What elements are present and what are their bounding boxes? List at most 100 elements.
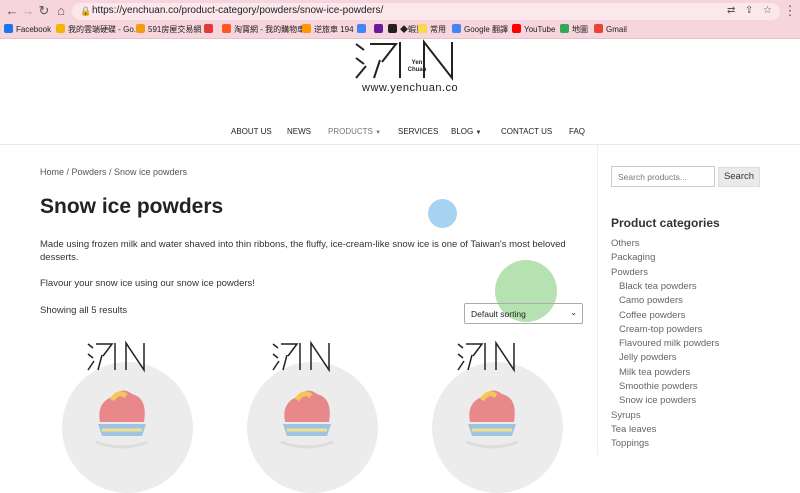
back-icon[interactable]: ← — [4, 3, 20, 19]
bookmark-icon — [302, 24, 311, 33]
chevron-down-icon: ▼ — [475, 130, 482, 136]
sidebar-divider — [597, 145, 598, 455]
bookmark-label: Facebook — [16, 25, 52, 34]
bookmark-item[interactable]: 逆旅車 194 — [302, 24, 354, 36]
bookmark-icon — [452, 24, 461, 33]
bookmark-icon — [594, 24, 603, 33]
product-logo-icon — [457, 340, 515, 373]
browser-toolbar: ← → ↻ ⌂ 🔒 https://yenchuan.co/product-ca… — [0, 0, 800, 22]
lock-icon: 🔒 — [80, 6, 92, 16]
nav-news[interactable]: NEWS — [287, 127, 311, 136]
bookmark-icon — [512, 24, 521, 33]
bookmark-item[interactable]: 591房屋交易網 — [136, 24, 201, 36]
category-description-2: Flavour your snow ice using our snow ice… — [40, 278, 255, 289]
chevron-down-icon: ▼ — [375, 130, 382, 136]
main-nav: ABOUT US NEWS PRODUCTS ▼ SERVICES BLOG ▼… — [0, 127, 800, 141]
snow-ice-image — [465, 390, 519, 449]
category-link[interactable]: Jelly powders — [619, 352, 677, 363]
category-link[interactable]: Toppings — [611, 438, 649, 449]
category-link[interactable]: Powders — [611, 267, 648, 278]
bookmark-icon — [388, 24, 397, 33]
bookmark-icon — [222, 24, 231, 33]
category-link[interactable]: Packaging — [611, 252, 655, 263]
bookmark-icon — [357, 24, 366, 33]
bookmark-label: 地圖 — [572, 25, 588, 34]
bookmark-item[interactable]: Facebook — [4, 24, 51, 36]
bookmark-label: 我的雲端硬碟 - Go... — [68, 25, 141, 34]
bookmark-item[interactable] — [374, 24, 386, 36]
nav-blog[interactable]: BLOG ▼ — [451, 127, 481, 136]
category-link[interactable]: Snow ice powders — [619, 395, 696, 406]
bookmark-icon — [136, 24, 145, 33]
category-link[interactable]: Flavoured milk powders — [619, 338, 719, 349]
bookmark-icon — [374, 24, 383, 33]
bookmark-icon — [4, 24, 13, 33]
bookmark-icon — [56, 24, 65, 33]
product-logo-icon — [272, 340, 330, 373]
bookmark-item[interactable]: 地圖 — [560, 24, 588, 36]
category-link[interactable]: Camo powders — [619, 295, 683, 306]
categories-heading: Product categories — [611, 216, 720, 230]
share-icon[interactable]: ⇪ — [745, 5, 753, 16]
url-text[interactable]: https://yenchuan.co/product-category/pow… — [92, 5, 383, 16]
sort-select-value: Default sorting — [471, 309, 526, 319]
menu-icon[interactable]: ⋮ — [782, 3, 798, 19]
nav-services[interactable]: SERVICES — [398, 127, 438, 136]
category-description: Made using frozen milk and water shaved … — [40, 239, 566, 263]
bookmark-item[interactable] — [204, 24, 216, 36]
product-logo-icon — [87, 340, 145, 373]
product-card[interactable] — [58, 340, 193, 493]
bookmark-icon — [204, 24, 213, 33]
bookmark-item[interactable]: 我的雲端硬碟 - Go... — [56, 24, 140, 36]
breadcrumb[interactable]: Home / Powders / Snow ice powders — [40, 167, 187, 177]
bookmarks-bar: Facebook 我的雲端硬碟 - Go... 591房屋交易網 淘寶網 - 我的購物… — [0, 22, 800, 39]
nav-contact-us[interactable]: CONTACT US — [501, 127, 552, 136]
bookmark-item[interactable]: Gmail — [594, 24, 627, 36]
chevron-down-icon: ⌄ — [570, 308, 577, 317]
category-link[interactable]: Others — [611, 238, 640, 249]
snow-ice-image — [95, 390, 149, 449]
bookmark-item[interactable]: 常用 — [418, 24, 446, 36]
decorative-bubble — [428, 199, 457, 228]
page-title: Snow ice powders — [40, 195, 224, 218]
logo-text: Yen Chuan — [407, 60, 427, 73]
bookmark-item[interactable] — [357, 24, 369, 36]
nav-products[interactable]: PRODUCTS ▼ — [328, 127, 381, 136]
search-input[interactable]: Search products... — [611, 166, 715, 187]
search-button[interactable]: Search — [718, 167, 760, 187]
bookmark-label: 591房屋交易網 — [148, 25, 202, 34]
result-count: Showing all 5 results — [40, 305, 128, 316]
home-icon[interactable]: ⌂ — [53, 3, 69, 19]
category-link[interactable]: Milk tea powders — [619, 367, 690, 378]
bookmark-label: 逆旅車 194 — [314, 25, 354, 34]
bookmark-item[interactable]: YouTube — [512, 24, 555, 36]
category-link[interactable]: Cream-top powders — [619, 324, 702, 335]
logo-url: www.yenchuan.co — [362, 82, 459, 94]
forward-icon[interactable]: → — [20, 3, 36, 19]
category-link[interactable]: Black tea powders — [619, 281, 697, 292]
bookmark-item[interactable]: Google 翻譯 — [452, 24, 508, 36]
nav-faq[interactable]: FAQ — [569, 127, 585, 136]
bookmark-label: Gmail — [606, 25, 627, 34]
address-bar[interactable]: 🔒 https://yenchuan.co/product-category/p… — [72, 3, 780, 20]
category-link[interactable]: Smoothie powders — [619, 381, 698, 392]
translate-icon[interactable]: ⇄ — [727, 5, 735, 16]
nav-about-us[interactable]: ABOUT US — [231, 127, 272, 136]
snow-ice-image — [280, 390, 334, 449]
bookmark-icon — [418, 24, 427, 33]
bookmark-label: 常用 — [430, 25, 446, 34]
bookmark-label: Google 翻譯 — [464, 25, 509, 34]
reload-icon[interactable]: ↻ — [36, 3, 52, 19]
bookmark-icon — [560, 24, 569, 33]
bookmark-item[interactable]: 淘寶網 - 我的購物車 — [222, 24, 305, 36]
header-divider — [0, 144, 800, 145]
product-card[interactable] — [243, 340, 378, 493]
product-card[interactable] — [428, 340, 563, 493]
category-link[interactable]: Syrups — [611, 410, 641, 421]
star-icon[interactable]: ☆ — [763, 5, 772, 16]
bookmark-label: YouTube — [524, 25, 556, 34]
category-link[interactable]: Tea leaves — [611, 424, 656, 435]
category-link[interactable]: Coffee powders — [619, 310, 685, 321]
bookmark-label: 淘寶網 - 我的購物車 — [234, 25, 306, 34]
sort-select[interactable]: Default sorting ⌄ — [464, 303, 583, 324]
